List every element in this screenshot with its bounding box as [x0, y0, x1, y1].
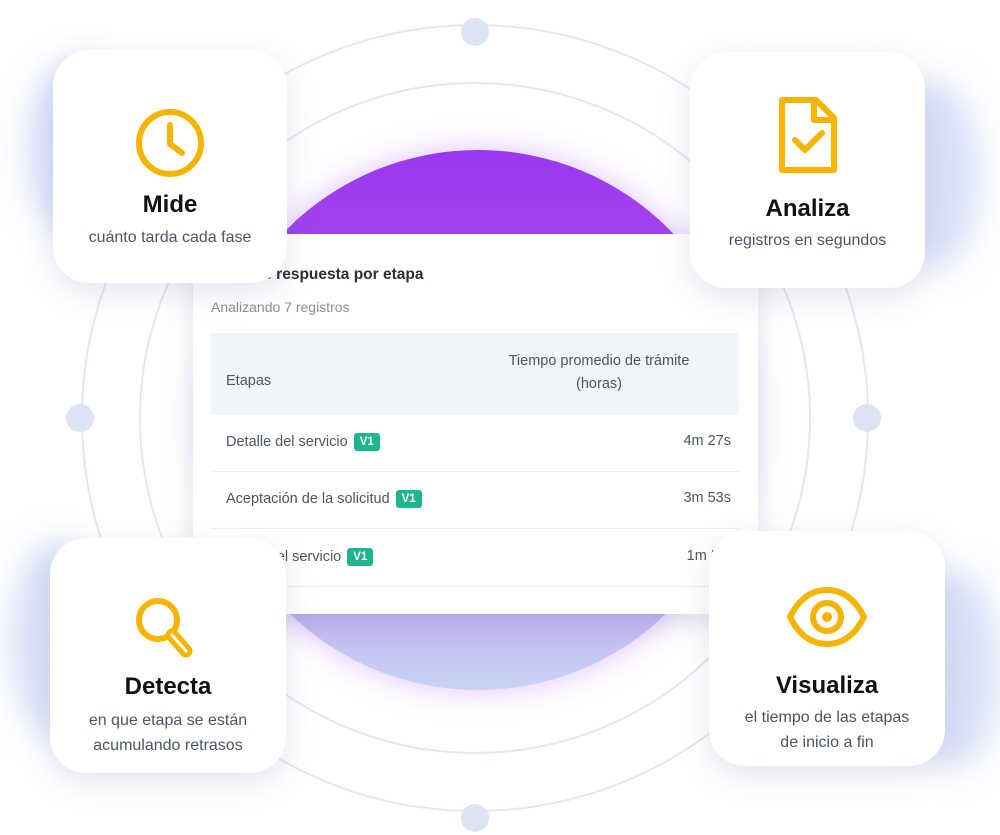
feature-description: registros en segundos: [728, 232, 887, 249]
table-header: Etapas Tiempo promedio de trámite (horas…: [211, 333, 739, 415]
stage-name: Aceptación de la solicitud: [226, 491, 390, 507]
column-header-time: Tiempo promedio de trámite (horas): [469, 350, 729, 396]
feature-card-detecta: Detecta en que etapa se están acumulando…: [50, 538, 286, 773]
table-row[interactable]: ...ción del servicio V1 1m 5...: [211, 530, 739, 587]
feature-description-line2: de inicio a fin: [780, 734, 874, 751]
feature-description: cuánto tarda cada fase: [88, 229, 252, 246]
feature-card-mide: Mide cuánto tarda cada fase: [53, 50, 287, 283]
orbit-node-bottom: [461, 804, 489, 832]
table-row[interactable]: Aceptación de la solicitud V1 3m 53s: [211, 472, 739, 529]
stage-name-cell: Detalle del servicio V1: [226, 433, 380, 451]
feature-description: el tiempo de las etapas de inicio a fin: [709, 705, 945, 755]
table-subtitle: Analizando 7 registros: [211, 299, 350, 315]
orbit-node-left: [66, 404, 94, 432]
feature-card-visualiza: Visualiza el tiempo de las etapas de ini…: [709, 531, 945, 766]
feature-title: Visualiza: [775, 672, 879, 699]
feature-title: Mide: [142, 191, 198, 218]
stage-name: Detalle del servicio: [226, 434, 348, 450]
version-badge: V1: [395, 490, 422, 508]
feature-title: Analiza: [765, 195, 850, 222]
version-badge: V1: [347, 548, 374, 566]
column-header-time-line2: (horas): [576, 376, 622, 392]
version-badge: V1: [353, 433, 380, 451]
stage-name-cell: Aceptación de la solicitud V1: [226, 490, 422, 508]
stage-time: 3m 53s: [683, 490, 731, 506]
clock-icon: [136, 109, 204, 177]
document-check-icon: [778, 97, 837, 173]
eye-icon: [787, 587, 867, 647]
orbit-node-top: [461, 18, 489, 46]
orbit-node-right: [853, 404, 881, 432]
column-header-time-line1: Tiempo promedio de trámite: [508, 353, 690, 369]
column-header-stages: Etapas: [226, 373, 272, 389]
feature-card-analiza: Analiza registros en segundos: [690, 52, 925, 288]
feature-title: Detecta: [124, 673, 212, 700]
feature-description-line2: acumulando retrasos: [93, 737, 243, 754]
feature-description: en que etapa se están acumulando retraso…: [50, 708, 286, 758]
table-row[interactable]: Detalle del servicio V1 4m 27s: [211, 415, 739, 472]
feature-description-line1: el tiempo de las etapas: [744, 709, 910, 726]
feature-description-line1: en que etapa se están: [88, 712, 248, 729]
magnifier-icon: [136, 598, 193, 658]
stage-time: 4m 27s: [683, 433, 731, 449]
